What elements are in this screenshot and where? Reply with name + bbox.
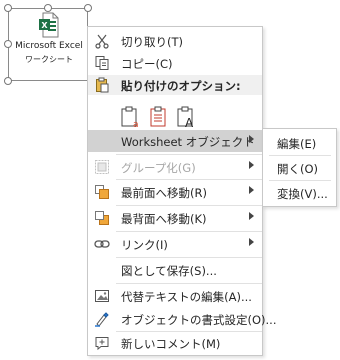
menu-item-label: 代替テキストの編集(A)... — [121, 290, 252, 304]
menu-separator — [116, 231, 262, 232]
menu-item-save-as-picture[interactable]: 図として保存(S)... — [88, 259, 262, 281]
menu-item-link[interactable]: リンク(I) — [88, 233, 262, 255]
resize-handle-bl[interactable] — [4, 77, 12, 85]
object-label: Microsoft Excel — [15, 41, 83, 51]
menu-item-send-to-back[interactable]: 最背面へ移動(K) — [88, 207, 262, 229]
submenu-arrow-icon — [249, 186, 254, 194]
menu-item-label: 切り取り(T) — [121, 35, 183, 49]
send-to-back-icon — [95, 211, 109, 225]
paste-keep-formatting-icon[interactable]: a — [119, 105, 143, 129]
menu-item-alt-text[interactable]: 代替テキストの編集(A)... — [88, 285, 262, 307]
menu-item-worksheet-object[interactable]: Worksheet オブジェクト — [88, 130, 262, 152]
svg-text:X: X — [41, 21, 48, 30]
resize-handle-tr[interactable] — [84, 4, 92, 12]
menu-separator — [116, 179, 262, 180]
menu-item-label: Worksheet オブジェクト — [121, 135, 255, 149]
menu-item-label: 図として保存(S)... — [121, 264, 217, 278]
group-icon — [95, 160, 109, 174]
embedded-excel-object[interactable]: X Microsoft Excel ワークシート — [8, 8, 88, 81]
menu-item-label: 最背面へ移動(K) — [121, 212, 207, 226]
submenu-separator — [269, 180, 331, 181]
copy-icon — [95, 56, 109, 70]
menu-item-label: グループ化(G) — [121, 161, 196, 175]
paste-options-label: 貼り付けのオプション: — [121, 79, 241, 93]
menu-separator — [116, 283, 262, 284]
new-comment-icon — [95, 337, 109, 351]
submenu-arrow-icon — [249, 161, 254, 169]
menu-item-copy[interactable]: コピー(C) — [88, 52, 262, 74]
resize-handle-tm[interactable] — [44, 4, 52, 12]
resize-handle-tl[interactable] — [4, 4, 12, 12]
menu-item-label: 新しいコメント(M) — [121, 337, 221, 351]
excel-icon: X — [39, 12, 59, 38]
menu-item-cut[interactable]: 切り取り(T) — [88, 30, 262, 52]
worksheet-object-submenu: 編集(E) 開く(O) 変換(V)... — [262, 128, 337, 207]
menu-item-group[interactable]: グループ化(G) — [88, 156, 262, 178]
resize-handle-ml[interactable] — [4, 40, 12, 48]
menu-item-new-comment[interactable]: 新しいコメント(M) — [88, 332, 262, 354]
object-sublabel: ワークシート — [25, 55, 73, 64]
submenu-arrow-icon — [249, 212, 254, 220]
bring-to-front-icon — [95, 185, 109, 199]
submenu-arrow-icon — [249, 135, 254, 143]
paste-picture-icon[interactable] — [147, 105, 171, 129]
submenu-item-open[interactable]: 開く(O) — [263, 157, 336, 179]
menu-separator — [116, 154, 262, 155]
menu-item-label: リンク(I) — [121, 238, 168, 252]
menu-separator — [116, 257, 262, 258]
paste-text-only-icon[interactable]: A — [175, 105, 199, 129]
menu-separator — [116, 205, 262, 206]
svg-text:A: A — [185, 116, 194, 129]
submenu-item-label: 開く(O) — [277, 162, 319, 176]
svg-text:a: a — [133, 120, 139, 129]
menu-item-label: オブジェクトの書式設定(O)... — [121, 313, 277, 327]
submenu-separator — [269, 155, 331, 156]
menu-item-label: 最前面へ移動(R) — [121, 186, 207, 200]
scissors-icon — [95, 34, 109, 49]
clipboard-icon — [96, 77, 109, 93]
paste-options-header: 貼り付けのオプション: — [88, 75, 262, 95]
submenu-item-label: 編集(E) — [277, 137, 317, 151]
submenu-item-edit[interactable]: 編集(E) — [263, 132, 336, 154]
alt-text-icon — [95, 290, 109, 302]
submenu-arrow-icon — [249, 238, 254, 246]
submenu-item-convert[interactable]: 変換(V)... — [263, 182, 336, 204]
menu-item-label: コピー(C) — [121, 57, 173, 71]
menu-item-format-object[interactable]: オブジェクトの書式設定(O)... — [88, 308, 277, 330]
context-menu: 切り取り(T) コピー(C) 貼り付けのオプション: a A Worksheet… — [87, 26, 277, 356]
format-object-icon — [95, 312, 109, 327]
submenu-item-label: 変換(V)... — [277, 187, 328, 201]
menu-item-bring-to-front[interactable]: 最前面へ移動(R) — [88, 181, 262, 203]
link-icon — [94, 240, 110, 248]
